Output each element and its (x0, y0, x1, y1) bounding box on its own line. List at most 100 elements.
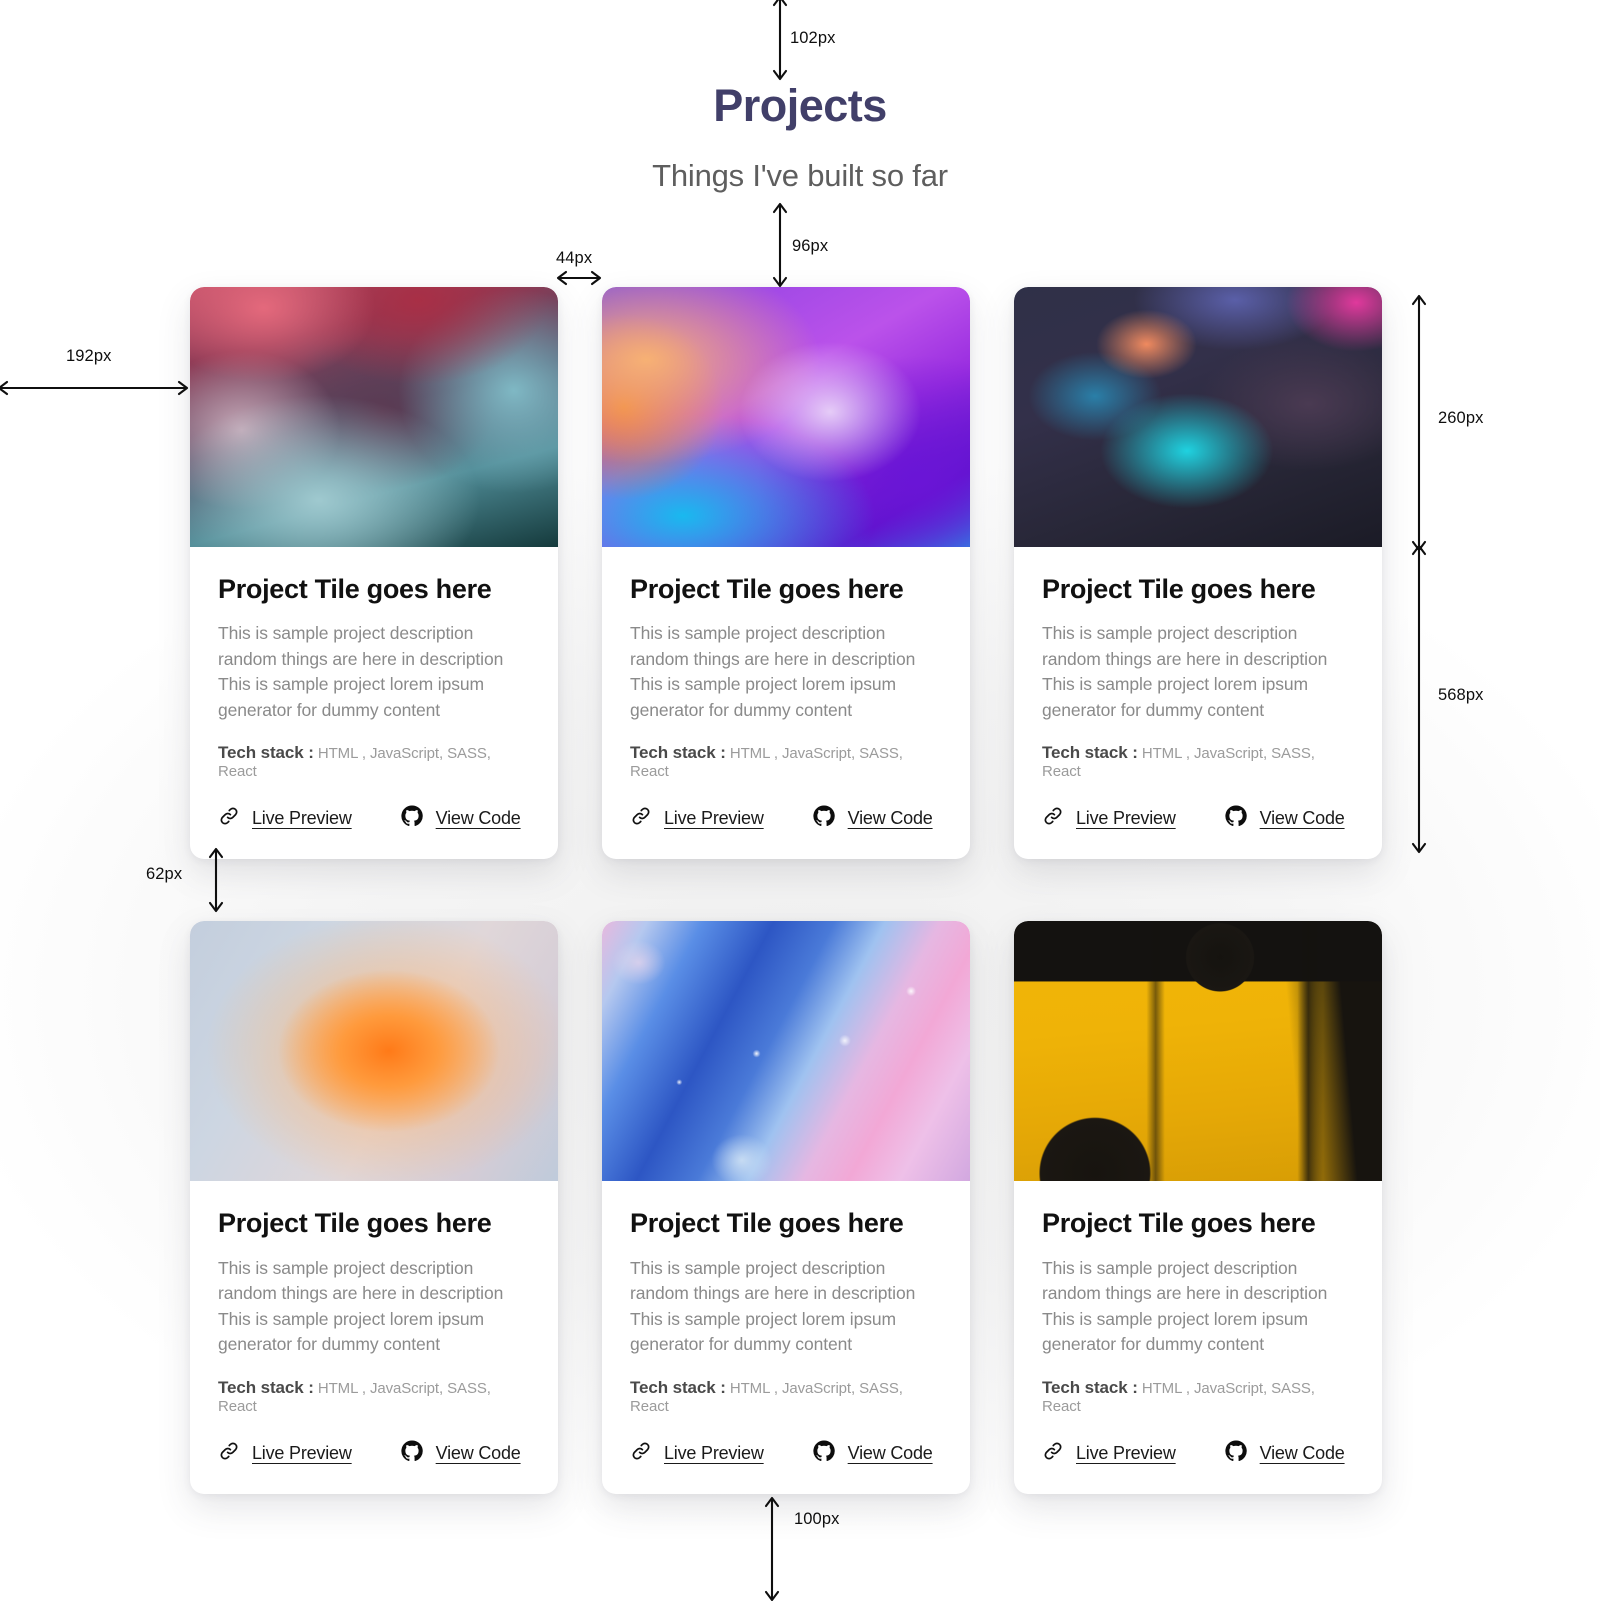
page-header: Projects Things I've built so far (0, 80, 1600, 194)
project-description: This is sample project description rando… (1042, 623, 1328, 720)
tech-stack-label: Tech stack : (630, 1377, 726, 1397)
live-preview-link[interactable]: Live Preview (218, 1440, 352, 1467)
annotation-bottom-spacing: 100px (794, 1510, 840, 1528)
project-tech-stack: Tech stack : HTML , JavaScript, SASS, Re… (630, 743, 942, 780)
project-card[interactable]: Project Tile goes here This is sample pr… (190, 921, 558, 1494)
live-preview-link[interactable]: Live Preview (630, 805, 764, 832)
project-links: Live Preview View Code (1042, 1439, 1354, 1468)
thumbnail-height-arrow (1409, 294, 1429, 552)
project-card[interactable]: Project Tile goes here This is sample pr… (190, 287, 558, 860)
top-spacing-arrow (770, 0, 790, 81)
project-thumbnail (190, 287, 558, 547)
projects-page: Projects Things I've built so far Projec… (0, 0, 1600, 1601)
project-card[interactable]: Project Tile goes here This is sample pr… (1014, 921, 1382, 1494)
project-description: This is sample project description rando… (218, 1257, 504, 1355)
live-preview-link[interactable]: Live Preview (218, 805, 352, 832)
tech-stack-label: Tech stack : (1042, 743, 1138, 763)
project-links: Live Preview View Code (630, 1439, 942, 1468)
github-icon (812, 1439, 836, 1468)
project-description: This is sample project description rando… (218, 623, 504, 720)
left-margin-arrow (0, 378, 189, 398)
live-preview-label: Live Preview (664, 1442, 764, 1463)
link-icon (218, 805, 240, 832)
page-subtitle: Things I've built so far (652, 157, 948, 193)
project-card-body: Project Tile goes here This is sample pr… (190, 1181, 558, 1493)
project-thumbnail (1014, 287, 1382, 547)
view-code-link[interactable]: View Code (400, 1439, 521, 1468)
project-card-body: Project Tile goes here This is sample pr… (602, 1181, 970, 1493)
project-card-body: Project Tile goes here This is sample pr… (1014, 547, 1382, 859)
project-title: Project Tile goes here (1042, 1208, 1316, 1239)
page-title: Projects (713, 80, 887, 131)
project-card-body: Project Tile goes here This is sample pr… (1014, 1181, 1382, 1493)
link-icon (630, 805, 652, 832)
live-preview-label: Live Preview (252, 808, 352, 829)
project-card[interactable]: Project Tile goes here This is sample pr… (602, 921, 970, 1494)
tech-stack-label: Tech stack : (218, 743, 314, 763)
view-code-label: View Code (1259, 1442, 1345, 1463)
subtitle-to-grid-arrow (770, 202, 790, 288)
live-preview-label: Live Preview (252, 1442, 352, 1463)
view-code-label: View Code (435, 1442, 521, 1463)
view-code-label: View Code (847, 1442, 933, 1463)
project-description: This is sample project description rando… (630, 623, 916, 720)
view-code-link[interactable]: View Code (1224, 1439, 1345, 1468)
project-tech-stack: Tech stack : HTML , JavaScript, SASS, Re… (1042, 1378, 1354, 1415)
project-card-body: Project Tile goes here This is sample pr… (602, 547, 970, 859)
view-code-link[interactable]: View Code (812, 804, 933, 833)
annotation-row-gap: 62px (146, 865, 183, 883)
project-thumbnail (602, 287, 970, 547)
view-code-label: View Code (847, 808, 933, 829)
project-title: Project Tile goes here (630, 1208, 904, 1239)
project-card[interactable]: Project Tile goes here This is sample pr… (602, 287, 970, 860)
project-title: Project Tile goes here (630, 574, 904, 604)
bottom-spacing-arrow (762, 1496, 782, 1601)
project-thumbnail (1014, 921, 1382, 1182)
link-icon (1042, 805, 1064, 832)
project-tech-stack: Tech stack : HTML , JavaScript, SASS, Re… (1042, 743, 1354, 780)
view-code-label: View Code (1259, 808, 1345, 829)
live-preview-label: Live Preview (664, 808, 764, 829)
project-description: This is sample project description rando… (630, 1257, 916, 1355)
live-preview-link[interactable]: Live Preview (630, 1440, 764, 1467)
project-title: Project Tile goes here (218, 574, 492, 604)
view-code-label: View Code (435, 808, 521, 829)
project-tech-stack: Tech stack : HTML , JavaScript, SASS, Re… (630, 1378, 942, 1415)
project-card-body: Project Tile goes here This is sample pr… (190, 547, 558, 859)
annotation-thumbnail-height: 260px (1438, 409, 1484, 427)
annotation-column-gap: 44px (556, 249, 593, 267)
project-links: Live Preview View Code (630, 804, 942, 833)
project-thumbnail (190, 921, 558, 1182)
annotation-subtitle-to-grid: 96px (792, 237, 829, 255)
live-preview-link[interactable]: Live Preview (1042, 1440, 1176, 1467)
tech-stack-label: Tech stack : (1042, 1377, 1138, 1397)
project-tech-stack: Tech stack : HTML , JavaScript, SASS, Re… (218, 743, 530, 780)
projects-grid: Project Tile goes here This is sample pr… (190, 287, 1386, 1494)
tech-stack-label: Tech stack : (218, 1377, 314, 1397)
live-preview-link[interactable]: Live Preview (1042, 805, 1176, 832)
annotation-card-height: 568px (1438, 686, 1484, 704)
project-card[interactable]: Project Tile goes here This is sample pr… (1014, 287, 1382, 860)
link-icon (630, 1440, 652, 1467)
annotation-left-margin: 192px (66, 347, 112, 365)
project-links: Live Preview View Code (218, 1439, 530, 1468)
project-links: Live Preview View Code (1042, 804, 1354, 833)
column-gap-arrow (556, 268, 602, 288)
card-height-arrow (1409, 544, 1429, 854)
row-gap-arrow (206, 847, 226, 913)
tech-stack-label: Tech stack : (630, 743, 726, 763)
github-icon (1224, 804, 1248, 833)
github-icon (812, 804, 836, 833)
project-title: Project Tile goes here (218, 1208, 492, 1239)
link-icon (218, 1440, 240, 1467)
view-code-link[interactable]: View Code (812, 1439, 933, 1468)
live-preview-label: Live Preview (1076, 808, 1176, 829)
view-code-link[interactable]: View Code (1224, 804, 1345, 833)
project-thumbnail (602, 921, 970, 1182)
view-code-link[interactable]: View Code (400, 804, 521, 833)
project-title: Project Tile goes here (1042, 574, 1316, 604)
github-icon (400, 804, 424, 833)
github-icon (400, 1439, 424, 1468)
live-preview-label: Live Preview (1076, 1442, 1176, 1463)
project-description: This is sample project description rando… (1042, 1257, 1328, 1355)
